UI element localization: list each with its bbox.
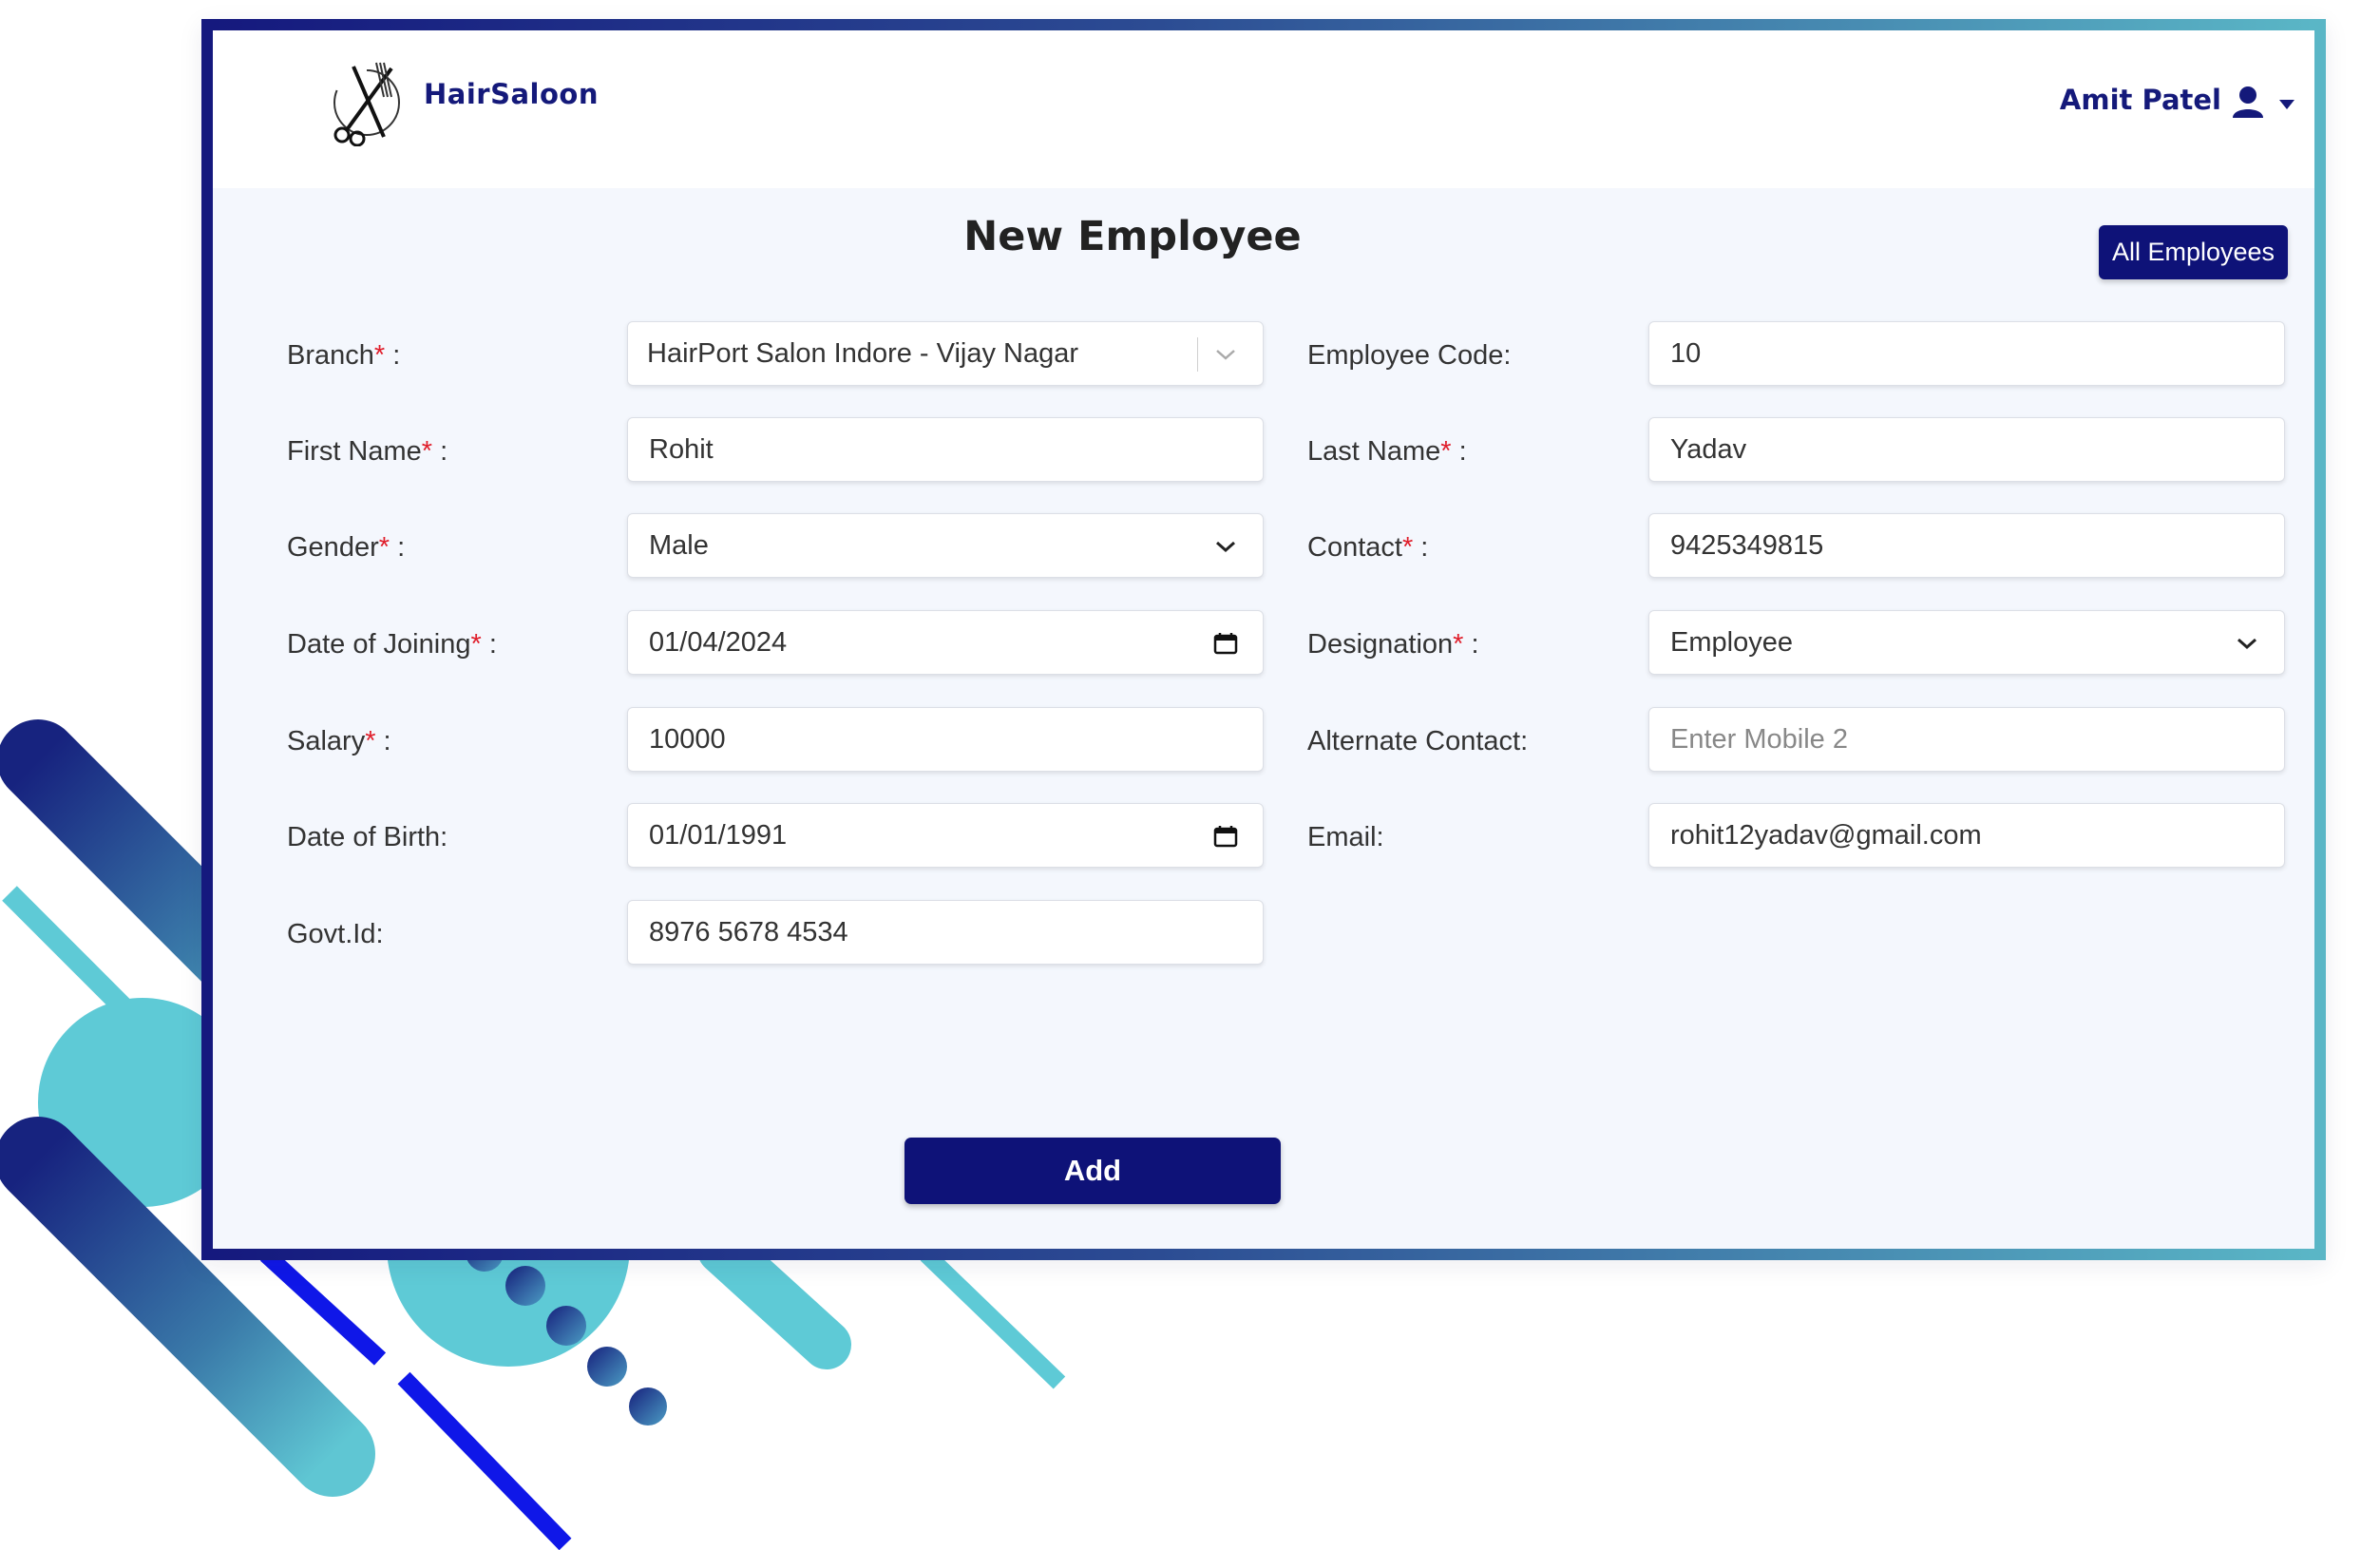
calendar-icon[interactable] [1213, 825, 1238, 848]
deco-blue-line [259, 1248, 387, 1366]
deco-dot [587, 1347, 627, 1387]
gender-label: Gender* : [287, 532, 406, 563]
gender-select[interactable]: Male [627, 513, 1264, 578]
contact-input[interactable]: 9425349815 [1648, 513, 2285, 578]
first-name-input[interactable]: Rohit [627, 417, 1264, 482]
govt-id-input[interactable]: 8976 5678 4534 [627, 900, 1264, 965]
caret-down-icon[interactable] [2278, 99, 2295, 110]
branch-select[interactable]: HairPort Salon Indore - Vijay Nagar [627, 321, 1264, 386]
chevron-down-icon[interactable] [1213, 535, 1238, 558]
deco-thin-line [920, 1248, 1066, 1389]
branch-value: HairPort Salon Indore - Vijay Nagar [647, 337, 1079, 369]
app-window: HairSaloon Amit Patel New Employee All E… [201, 19, 2326, 1260]
brand-name[interactable]: HairSaloon [424, 78, 599, 110]
employee-code-label: Employee Code: [1307, 340, 1512, 371]
designation-label: Designation* : [1307, 629, 1479, 660]
govt-id-label: Govt.Id: [287, 919, 384, 949]
alternate-contact-input[interactable]: Enter Mobile 2 [1648, 707, 2285, 772]
last-name-input[interactable]: Yadav [1648, 417, 2285, 482]
deco-dot [505, 1266, 545, 1306]
designation-select[interactable]: Employee [1648, 610, 2285, 675]
chevron-down-icon[interactable] [1213, 343, 1238, 366]
deco-dot [546, 1306, 586, 1346]
branch-label: Branch* : [287, 340, 401, 371]
user-name[interactable]: Amit Patel [2060, 84, 2221, 116]
chevron-down-icon[interactable] [2235, 632, 2259, 655]
date-of-joining-input[interactable]: 01/04/2024 [627, 610, 1264, 675]
alternate-contact-label: Alternate Contact: [1307, 726, 1529, 756]
top-navbar: HairSaloon Amit Patel [213, 30, 2314, 188]
first-name-label: First Name* : [287, 436, 448, 467]
scissors-comb-logo[interactable] [325, 59, 409, 146]
select-separator [1197, 337, 1198, 372]
user-icon[interactable] [2229, 86, 2267, 118]
add-button[interactable]: Add [904, 1138, 1281, 1204]
deco-pill [697, 1225, 851, 1369]
date-of-birth-input[interactable]: 01/01/1991 [627, 803, 1264, 868]
employee-code-input[interactable]: 10 [1648, 321, 2285, 386]
page-title: New Employee [963, 213, 1302, 260]
last-name-label: Last Name* : [1307, 436, 1467, 467]
email-label: Email: [1307, 822, 1384, 852]
salary-input[interactable]: 10000 [627, 707, 1264, 772]
calendar-icon[interactable] [1213, 632, 1238, 655]
contact-label: Contact* : [1307, 532, 1429, 563]
date-of-joining-label: Date of Joining* : [287, 629, 497, 660]
deco-dot [629, 1387, 667, 1426]
deco-blue-line [397, 1371, 572, 1550]
email-input[interactable]: rohit12yadav@gmail.com [1648, 803, 2285, 868]
date-of-birth-label: Date of Birth: [287, 822, 448, 852]
salary-label: Salary* : [287, 726, 391, 756]
all-employees-button[interactable]: All Employees [2099, 225, 2288, 279]
